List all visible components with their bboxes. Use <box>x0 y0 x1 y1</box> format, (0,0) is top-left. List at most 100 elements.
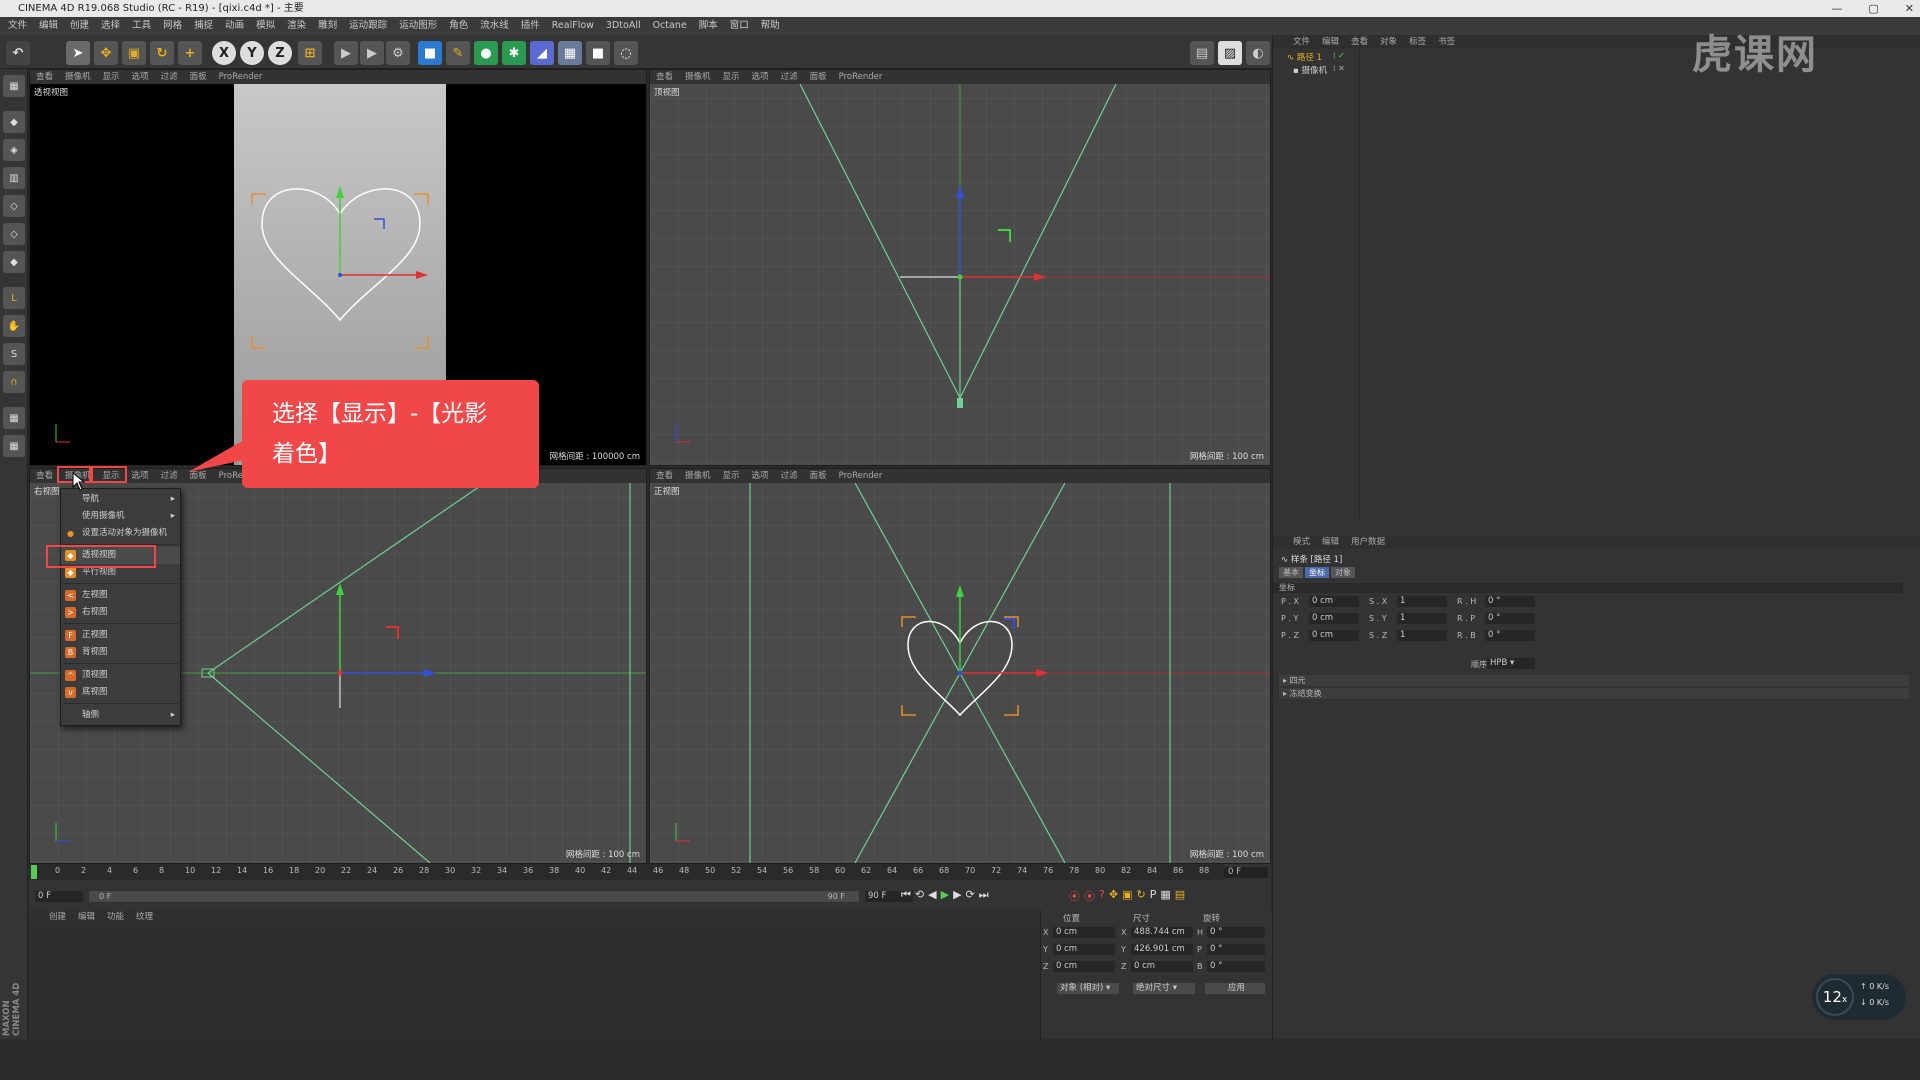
om-menu-view[interactable]: 查看 <box>1351 35 1368 49</box>
menu-17[interactable]: 3DtoAll <box>606 17 641 35</box>
menu-item-bottom[interactable]: v 底视图 <box>61 684 180 701</box>
viewport-front[interactable]: 查看 摄像机 显示 选项 过滤 面板 ProRender 正视图 网格间距 : … <box>649 468 1271 864</box>
menu-13[interactable]: 角色 <box>449 17 468 35</box>
apply-button[interactable]: 应用 <box>1205 983 1265 994</box>
heart-spline[interactable] <box>261 188 421 322</box>
mat-menu-create[interactable]: 创建 <box>49 910 66 924</box>
menu-10[interactable]: 雕刻 <box>318 17 337 35</box>
camera-icon[interactable]: ■ <box>586 41 610 65</box>
om-menu-objects[interactable]: 对象 <box>1380 35 1397 49</box>
floor-icon[interactable]: ▦ <box>558 41 582 65</box>
next-key-icon[interactable]: ⟳ <box>966 888 975 902</box>
vp-menu-display[interactable]: 显示 <box>723 70 740 84</box>
preview-range-slider[interactable]: 0 F 90 F <box>89 891 859 902</box>
start-frame-field[interactable]: 0 F <box>35 891 83 902</box>
vp-menu-filter[interactable]: 过滤 <box>781 469 798 483</box>
menu-6[interactable]: 捕捉 <box>194 17 213 35</box>
vp-menu-view[interactable]: 查看 <box>36 469 53 483</box>
coord-pos-field[interactable]: 0 cm <box>1053 927 1115 938</box>
tab-basic[interactable]: 基本 <box>1279 567 1303 578</box>
group-quaternion[interactable]: ▸ 四元 <box>1279 675 1909 686</box>
goto-end-icon[interactable]: ⏭ <box>979 888 989 902</box>
polygons-mode-icon[interactable]: ◆ <box>3 251 25 273</box>
nurbs-icon[interactable]: ● <box>474 41 498 65</box>
coord-rot-field[interactable]: 0 ° <box>1207 927 1265 938</box>
om-menu-file[interactable]: 文件 <box>1293 35 1310 49</box>
menu-item-axonometric[interactable]: 轴侧 ▸ <box>61 707 180 724</box>
vp-menu-filter[interactable]: 过滤 <box>161 70 178 84</box>
menu-item-back[interactable]: B 背视图 <box>61 644 180 661</box>
coord-value-field[interactable]: 0 cm <box>1309 630 1359 641</box>
order-dropdown[interactable]: HPB ▾ <box>1487 658 1535 669</box>
menu-3[interactable]: 选择 <box>101 17 120 35</box>
coord-rot-field[interactable]: 0 ° <box>1207 961 1265 972</box>
light-icon[interactable]: ◌ <box>614 41 638 65</box>
menu-item-set-active-camera[interactable]: ● 设置活动对象为摄像机 <box>61 525 180 542</box>
coord-value-field[interactable]: 0 ° <box>1485 596 1535 607</box>
menu-2[interactable]: 创建 <box>70 17 89 35</box>
menu-20[interactable]: 窗口 <box>730 17 749 35</box>
points-mode-icon[interactable]: ◇ <box>3 195 25 217</box>
menu-18[interactable]: Octane <box>653 17 687 35</box>
mat-menu-texture[interactable]: 纹理 <box>136 910 153 924</box>
vp-menu-panel[interactable]: 面板 <box>810 469 827 483</box>
coord-value-field[interactable]: 1 <box>1397 613 1447 624</box>
om-menu-bookmarks[interactable]: 书签 <box>1438 35 1455 49</box>
menu-7[interactable]: 动画 <box>225 17 244 35</box>
planar-workplane-icon[interactable]: ▦ <box>3 435 25 457</box>
menu-1[interactable]: 编辑 <box>39 17 58 35</box>
y-axis-arrow[interactable] <box>336 186 344 198</box>
am-menu-edit[interactable]: 编辑 <box>1322 535 1339 549</box>
coord-size-field[interactable]: 0 cm <box>1131 961 1193 972</box>
coord-size-field[interactable]: 426.901 cm <box>1131 944 1193 955</box>
om-menu-edit[interactable]: 编辑 <box>1322 35 1339 49</box>
x-axis-arrow[interactable] <box>416 271 428 279</box>
am-menu-userdata[interactable]: 用户数据 <box>1351 535 1385 549</box>
autokey-icon[interactable]: ⦿ <box>1084 888 1095 904</box>
next-frame-icon[interactable]: ▶ <box>953 888 961 902</box>
menu-item-top[interactable]: ^ 顶视图 <box>61 667 180 684</box>
interactive-render-icon[interactable]: ◐ <box>1246 41 1270 65</box>
menu-11[interactable]: 运动跟踪 <box>349 17 387 35</box>
menu-item-navigation[interactable]: 导航 ▸ <box>61 491 180 508</box>
vp-menu-prorender[interactable]: ProRender <box>219 70 263 84</box>
move-tool-icon[interactable]: ✥ <box>94 41 118 65</box>
coord-mode-dropdown[interactable]: 对象 (相对) ▾ <box>1057 983 1119 994</box>
key-pla-icon[interactable]: ▦ <box>1160 888 1170 904</box>
coord-value-field[interactable]: 1 <box>1397 596 1447 607</box>
vp-menu-cameras[interactable]: 摄像机 <box>65 70 91 84</box>
coord-value-field[interactable]: 0 cm <box>1309 596 1359 607</box>
menu-4[interactable]: 工具 <box>132 17 151 35</box>
vp-menu-options[interactable]: 选项 <box>132 70 149 84</box>
coord-pos-field[interactable]: 0 cm <box>1053 961 1115 972</box>
menu-19[interactable]: 脚本 <box>699 17 718 35</box>
vp-menu-prorender[interactable]: ProRender <box>839 469 883 483</box>
viewport-top[interactable]: 查看 摄像机 显示 选项 过滤 面板 ProRender 顶视图 网格间距 : … <box>649 69 1271 466</box>
vp-menu-view[interactable]: 查看 <box>36 70 53 84</box>
close-button[interactable]: ✕ <box>1905 0 1914 17</box>
vp-menu-view[interactable]: 查看 <box>656 70 673 84</box>
axis-x-button[interactable]: X <box>212 41 236 65</box>
undo-icon[interactable]: ↶ <box>6 41 30 65</box>
key-position-icon[interactable]: ✥ <box>1109 888 1118 904</box>
vp-menu-filter[interactable]: 过滤 <box>781 70 798 84</box>
render-picture-icon[interactable]: ▶ <box>360 41 384 65</box>
workplane-icon[interactable]: ▥ <box>3 167 25 189</box>
menu-item-use-camera[interactable]: 使用摄像机 ▸ <box>61 508 180 525</box>
menu-12[interactable]: 运动图形 <box>399 17 437 35</box>
array-icon[interactable]: ✱ <box>502 41 526 65</box>
lock-workplane-icon[interactable]: ▦ <box>3 407 25 429</box>
magnet-icon[interactable]: ∩ <box>3 371 25 393</box>
picture-viewer-icon[interactable]: ▨ <box>1218 41 1242 65</box>
texture-mode-icon[interactable]: ◈ <box>3 139 25 161</box>
tab-coord[interactable]: 坐标 <box>1305 567 1329 578</box>
vp-menu-view[interactable]: 查看 <box>656 469 673 483</box>
axis-z-button[interactable]: Z <box>268 41 292 65</box>
vp-menu-options[interactable]: 选项 <box>752 70 769 84</box>
menu-14[interactable]: 流水线 <box>480 17 509 35</box>
vp-menu-prorender[interactable]: ProRender <box>839 70 883 84</box>
keyframe-selection-icon[interactable]: ? <box>1099 888 1105 904</box>
z-axis-handle[interactable] <box>374 218 385 229</box>
scale-tool-icon[interactable]: ▣ <box>122 41 146 65</box>
menu-5[interactable]: 网格 <box>163 17 182 35</box>
